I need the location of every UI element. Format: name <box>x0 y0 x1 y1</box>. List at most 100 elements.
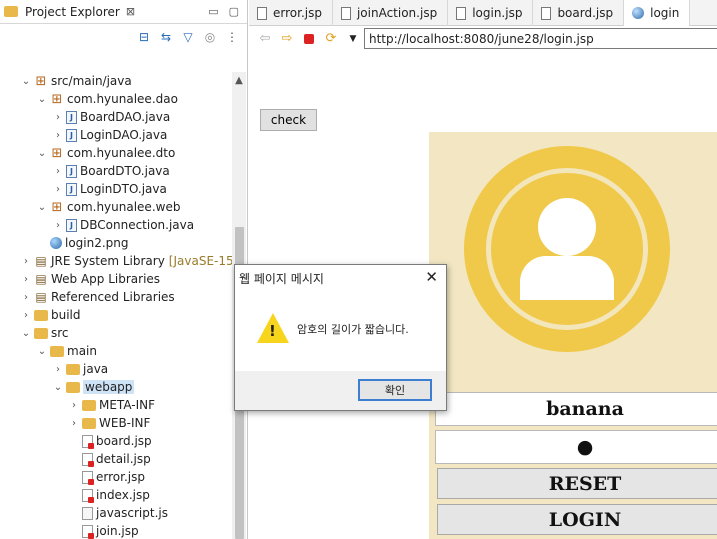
chevron-right-icon[interactable]: › <box>20 274 32 285</box>
tree-item[interactable]: ⌄ ⊞ com.hyunalee.dao <box>36 90 178 108</box>
tree-item[interactable]: login2.png <box>36 234 129 252</box>
password-field[interactable]: ● <box>435 430 717 464</box>
folder-icon <box>34 327 48 339</box>
chevron-down-icon[interactable]: ⌄ <box>36 346 48 357</box>
link-with-editor-icon[interactable]: ⇆ <box>159 30 173 44</box>
tree-item[interactable]: › J BoardDAO.java <box>52 108 170 126</box>
tree-item[interactable]: › J BoardDTO.java <box>52 162 170 180</box>
ok-button[interactable]: 확인 <box>358 379 432 401</box>
chevron-down-icon[interactable]: ⌄ <box>52 382 64 393</box>
check-button[interactable]: check <box>260 109 317 131</box>
chevron-right-icon[interactable]: › <box>52 364 64 375</box>
scroll-up-icon[interactable]: ▲ <box>232 72 246 90</box>
minimize-icon[interactable]: ▭ <box>208 5 218 18</box>
tree-item[interactable]: join.jsp <box>68 522 139 539</box>
back-arrow-icon[interactable]: ⇦ <box>257 31 273 47</box>
chevron-right-icon[interactable]: › <box>52 184 64 195</box>
tree-item[interactable]: › java <box>52 360 108 378</box>
chevron-down-icon[interactable]: ⌄ <box>36 94 48 105</box>
project-explorer-toolbar: ⊟ ⇆ ▽ ◎ ⋮ <box>0 24 247 50</box>
tree-item-label: build <box>51 308 81 322</box>
view-menu-icon[interactable]: ⋮ <box>225 30 239 44</box>
folder-icon <box>66 363 80 375</box>
tree-item[interactable]: › WEB-INF <box>68 414 150 432</box>
tree-item[interactable]: ⌄ webapp <box>52 378 135 396</box>
tab-error-jsp[interactable]: error.jsp <box>249 0 333 26</box>
chevron-down-icon[interactable]: ⌄ <box>36 202 48 213</box>
tree-item[interactable]: › ▤ Web App Libraries <box>20 270 160 288</box>
collapse-all-icon[interactable]: ⊟ <box>137 30 151 44</box>
dialog-message: 암호의 길이가 짧습니다. <box>297 323 409 336</box>
package-icon: ⊞ <box>51 145 63 161</box>
project-explorer-tab[interactable]: Project Explorer ⊠ <box>0 0 139 24</box>
chevron-down-icon[interactable]: ⌄ <box>20 328 32 339</box>
globe-icon <box>632 7 645 19</box>
tree-item[interactable]: board.jsp <box>68 432 152 450</box>
tree-item[interactable]: javascript.js <box>68 504 168 522</box>
chevron-right-icon[interactable]: › <box>52 166 64 177</box>
library-icon: ▤ <box>35 272 47 286</box>
tree-item[interactable]: index.jsp <box>68 486 150 504</box>
chevron-right-icon[interactable]: › <box>52 220 64 231</box>
tree-item[interactable]: › J DBConnection.java <box>52 216 194 234</box>
tree-item-label: WEB-INF <box>99 416 151 430</box>
chevron-down-icon[interactable]: ⌄ <box>36 148 48 159</box>
tree-item[interactable]: error.jsp <box>68 468 145 486</box>
tree-item[interactable]: › J LoginDAO.java <box>52 126 167 144</box>
close-icon[interactable]: ✕ <box>425 268 438 286</box>
chevron-right-icon[interactable]: › <box>68 400 80 411</box>
chevron-right-icon[interactable]: › <box>20 292 32 303</box>
tree-item-label: Web App Libraries <box>51 272 161 286</box>
chevron-right-icon[interactable]: › <box>20 310 32 321</box>
project-tree: ⌄ ⊞ src/main/java ⌄ ⊞ com.hyunalee.dao › J Board… <box>0 72 232 539</box>
url-input[interactable]: http://localhost:8080/june28/login.jsp <box>364 28 717 49</box>
tree-item-label: DBConnection.java <box>80 218 195 232</box>
filter-icon[interactable]: ▽ <box>181 30 195 44</box>
maximize-icon[interactable]: ▢ <box>229 5 239 18</box>
focus-icon[interactable]: ◎ <box>203 30 217 44</box>
chevron-right-icon[interactable]: › <box>20 256 32 267</box>
tree-item-label: src/main/java <box>51 74 132 88</box>
tree-item-label: java <box>83 362 109 376</box>
tree-item[interactable]: › META-INF <box>68 396 155 414</box>
login-box: banana ● RESET LOGIN <box>429 132 717 539</box>
tab-board-jsp[interactable]: board.jsp <box>533 0 625 26</box>
reset-button[interactable]: RESET <box>437 468 717 499</box>
username-field[interactable]: banana <box>435 392 717 426</box>
tab-login-jsp[interactable]: login.jsp <box>448 0 534 26</box>
chevron-down-icon[interactable]: ⌄ <box>20 76 32 87</box>
java-file-icon: J <box>66 218 77 232</box>
tree-item[interactable]: › ▤ Referenced Libraries <box>20 288 175 306</box>
refresh-icon[interactable]: ⟳ <box>323 31 339 47</box>
close-view-icon[interactable]: ⊠ <box>126 5 135 18</box>
tree-item[interactable]: detail.jsp <box>68 450 151 468</box>
tree-item[interactable]: ⌄ ⊞ com.hyunalee.dto <box>36 144 176 162</box>
jsp-file-icon <box>82 488 94 503</box>
tree-item[interactable]: ⌄ src <box>20 324 69 342</box>
tree-item[interactable]: › build <box>20 306 81 324</box>
library-icon: ▤ <box>35 290 47 304</box>
forward-arrow-icon[interactable]: ⇨ <box>279 31 295 47</box>
tree-item[interactable]: › J LoginDTO.java <box>52 180 167 198</box>
tree-item-label: javascript.js <box>96 506 168 520</box>
stop-icon[interactable] <box>301 31 317 47</box>
tree-item-label: com.hyunalee.web <box>67 200 181 214</box>
tree-item-label: index.jsp <box>96 488 150 502</box>
tree-item[interactable]: ⌄ ⊞ com.hyunalee.web <box>36 198 181 216</box>
chevron-down-icon[interactable]: ▼ <box>345 31 361 47</box>
chevron-right-icon[interactable]: › <box>68 418 80 429</box>
dialog-body: ! 암호의 길이가 짧습니다. <box>235 291 446 371</box>
jsp-file-icon <box>257 6 267 20</box>
tree-item[interactable]: ⌄ main <box>36 342 97 360</box>
tree-item-label: Referenced Libraries <box>51 290 175 304</box>
tab-label: joinAction.jsp <box>356 6 438 20</box>
chevron-right-icon[interactable]: › <box>52 130 64 141</box>
login-button[interactable]: LOGIN <box>437 504 717 535</box>
chevron-right-icon[interactable]: › <box>52 112 64 123</box>
tree-item-label: src <box>51 326 69 340</box>
tree-item[interactable]: › ▤ JRE System Library [JavaSE-15] <box>20 252 232 270</box>
tree-item[interactable]: ⌄ ⊞ src/main/java <box>20 72 132 90</box>
tab-login-browser[interactable]: login <box>624 0 691 26</box>
tab-label: login <box>650 6 680 20</box>
tab-joinaction-jsp[interactable]: joinAction.jsp <box>333 0 449 26</box>
